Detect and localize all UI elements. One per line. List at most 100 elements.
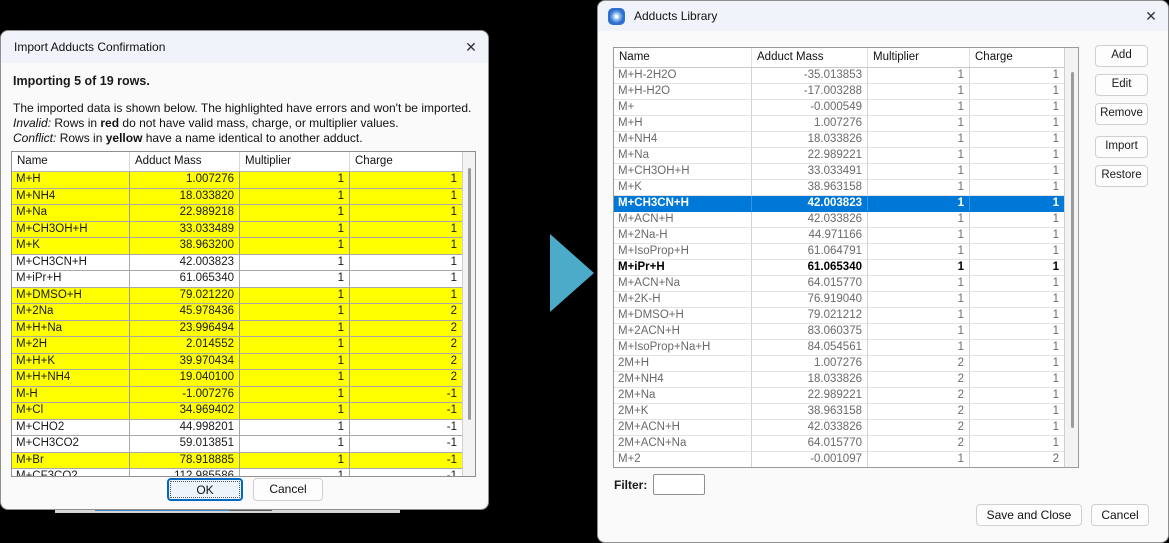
table-row[interactable]: M+H1.00727611 xyxy=(614,116,1064,132)
table-row[interactable]: 2M+K38.96315821 xyxy=(614,404,1064,420)
table-row[interactable]: 2M+H1.00727621 xyxy=(614,356,1064,372)
cell-multiplier: 1 xyxy=(240,420,350,436)
table-row[interactable]: M+IsoProp+H61.06479111 xyxy=(614,244,1064,260)
table-row[interactable]: M+K38.96315811 xyxy=(614,180,1064,196)
cell-charge: 1 xyxy=(350,271,462,287)
cell-charge: 1 xyxy=(970,324,1064,339)
adducts-table: Name Adduct Mass Multiplier Charge M+H-2… xyxy=(613,47,1079,468)
table-row[interactable]: M+Na22.98922111 xyxy=(614,148,1064,164)
table-row[interactable]: M+Br78.9188851-1 xyxy=(12,453,462,470)
table-row[interactable]: M+CH3CN+H42.00382311 xyxy=(614,196,1064,212)
vertical-scrollbar[interactable] xyxy=(462,152,475,476)
table-row[interactable]: M+H-H2O-17.00328811 xyxy=(614,84,1064,100)
table-row[interactable]: M+CH3CN+H42.00382311 xyxy=(12,255,462,272)
cancel-button[interactable]: Cancel xyxy=(253,478,323,501)
table-row[interactable]: M+2Na45.97843612 xyxy=(12,304,462,321)
cell-multiplier: 1 xyxy=(240,436,350,452)
cancel-button[interactable]: Cancel xyxy=(1091,504,1149,526)
filter-input[interactable] xyxy=(653,474,705,495)
table-row[interactable]: M+NH418.03382011 xyxy=(12,189,462,206)
table-row[interactable]: 2M+Na22.98922121 xyxy=(614,388,1064,404)
cell-charge: 2 xyxy=(350,304,462,320)
table-row[interactable]: M+DMSO+H79.02122011 xyxy=(12,288,462,305)
cell-multiplier: 1 xyxy=(240,189,350,205)
table-row[interactable]: M+2ACN+H83.06037511 xyxy=(614,324,1064,340)
cell-mass: 61.065340 xyxy=(752,260,868,275)
column-header-multiplier[interactable]: Multiplier xyxy=(868,48,970,67)
table-row[interactable]: M+CH3CO259.0138511-1 xyxy=(12,436,462,453)
column-header-charge[interactable]: Charge xyxy=(350,152,462,171)
table-row[interactable]: M+iPr+H61.06534011 xyxy=(614,260,1064,276)
table-row[interactable]: M+2Na-H44.97116611 xyxy=(614,228,1064,244)
table-row[interactable]: M+-0.00054911 xyxy=(614,100,1064,116)
scrollbar-thumb[interactable] xyxy=(468,168,471,420)
table-row[interactable]: M+H+Na23.99649412 xyxy=(12,321,462,338)
column-header-adduct-mass[interactable]: Adduct Mass xyxy=(752,48,868,67)
close-icon[interactable]: ✕ xyxy=(1134,8,1168,25)
add-button[interactable]: Add xyxy=(1095,45,1148,67)
cell-multiplier: 1 xyxy=(240,469,350,476)
table-row[interactable]: 2M+ACN+H42.03382621 xyxy=(614,420,1064,436)
import-button[interactable]: Import xyxy=(1095,136,1148,158)
table-row[interactable]: M+2K-H76.91904011 xyxy=(614,292,1064,308)
table-row[interactable]: M+CH3OH+H33.03349111 xyxy=(614,164,1064,180)
cell-name: 2M+ACN+H xyxy=(614,420,752,435)
table-row[interactable]: M-H-1.0072761-1 xyxy=(12,387,462,404)
table-row[interactable]: M+NH418.03382611 xyxy=(614,132,1064,148)
cell-multiplier: 1 xyxy=(868,228,970,243)
table-row[interactable]: M+ACN+Na64.01577011 xyxy=(614,276,1064,292)
table-row[interactable]: M+2H2.01455212 xyxy=(12,337,462,354)
save-and-close-button[interactable]: Save and Close xyxy=(976,504,1082,526)
import-description: The imported data is shown below. The hi… xyxy=(13,101,476,116)
dialog-titlebar[interactable]: Adducts Library ✕ xyxy=(598,1,1168,31)
cell-name: M+K xyxy=(614,180,752,195)
table-row[interactable]: M+Cl34.9694021-1 xyxy=(12,403,462,420)
table-row[interactable]: M+DMSO+H79.02121211 xyxy=(614,308,1064,324)
cell-charge: 1 xyxy=(970,196,1064,211)
scrollbar-thumb[interactable] xyxy=(1071,72,1074,428)
close-icon[interactable]: ✕ xyxy=(454,39,488,56)
edit-button[interactable]: Edit xyxy=(1095,74,1148,96)
table-row[interactable]: M+CF3CO2112.9855861-1 xyxy=(12,469,462,476)
table-row[interactable]: M+CHO244.9982011-1 xyxy=(12,420,462,437)
cell-name: M+2K-H xyxy=(614,292,752,307)
table-row[interactable]: M+H1.00727611 xyxy=(12,172,462,189)
table-row[interactable]: M+2-0.00109712 xyxy=(614,452,1064,467)
table-row[interactable]: 2M+NH418.03382621 xyxy=(614,372,1064,388)
table-row[interactable]: M+iPr+H61.06534011 xyxy=(12,271,462,288)
cell-name: M+CH3OH+H xyxy=(614,164,752,179)
cell-charge: 1 xyxy=(350,255,462,271)
cell-charge: 1 xyxy=(970,388,1064,403)
table-row[interactable]: M+H+NH419.04010012 xyxy=(12,370,462,387)
cell-multiplier: 1 xyxy=(868,180,970,195)
table-row[interactable]: M+H+K39.97043412 xyxy=(12,354,462,371)
remove-button[interactable]: Remove xyxy=(1095,103,1148,125)
dialog-titlebar[interactable]: Import Adducts Confirmation ✕ xyxy=(1,31,488,63)
column-header-name[interactable]: Name xyxy=(12,152,130,171)
vertical-scrollbar[interactable] xyxy=(1064,48,1078,467)
table-row[interactable]: M+IsoProp+Na+H84.05456111 xyxy=(614,340,1064,356)
column-header-multiplier[interactable]: Multiplier xyxy=(240,152,350,171)
column-header-charge[interactable]: Charge xyxy=(970,48,1064,67)
cell-multiplier: 2 xyxy=(868,388,970,403)
column-header-name[interactable]: Name xyxy=(614,48,752,67)
table-row[interactable]: M+K38.96320011 xyxy=(12,238,462,255)
cell-charge: -1 xyxy=(350,436,462,452)
table-row[interactable]: M+H-2H2O-35.01385311 xyxy=(614,68,1064,84)
cell-name: M+H+K xyxy=(12,354,130,370)
cell-mass: 23.996494 xyxy=(130,321,240,337)
table-row[interactable]: 2M+ACN+Na64.01577021 xyxy=(614,436,1064,452)
cell-charge: 1 xyxy=(970,292,1064,307)
import-table-rows: M+H1.00727611M+NH418.03382011M+Na22.9892… xyxy=(12,172,462,476)
cell-multiplier: 1 xyxy=(240,222,350,238)
cell-multiplier: 1 xyxy=(868,212,970,227)
cell-name: 2M+K xyxy=(614,404,752,419)
cell-name: M+2 xyxy=(614,452,752,467)
table-row[interactable]: M+CH3OH+H33.03348911 xyxy=(12,222,462,239)
restore-button[interactable]: Restore xyxy=(1095,165,1148,187)
table-row[interactable]: M+ACN+H42.03382611 xyxy=(614,212,1064,228)
table-row[interactable]: M+Na22.98921811 xyxy=(12,205,462,222)
column-header-adduct-mass[interactable]: Adduct Mass xyxy=(130,152,240,171)
cell-charge: 1 xyxy=(970,68,1064,83)
ok-button[interactable]: OK xyxy=(167,478,243,501)
